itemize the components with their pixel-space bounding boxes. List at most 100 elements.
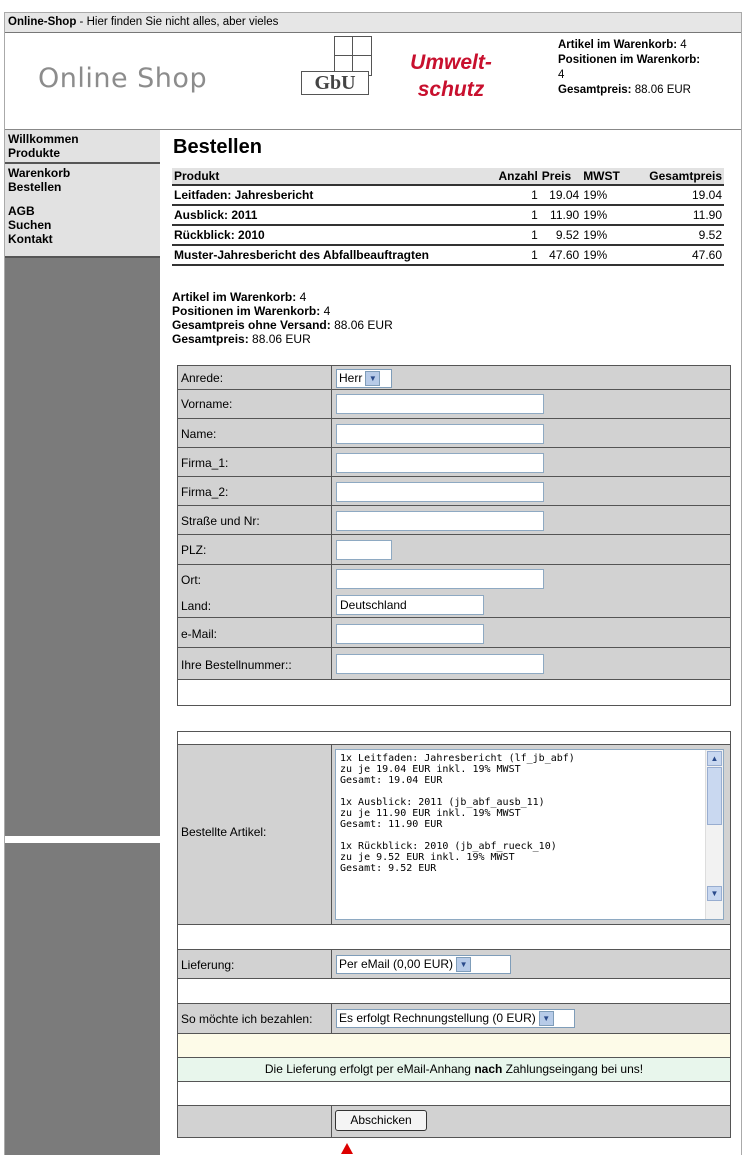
- bestellnr-cell: [331, 648, 544, 679]
- product-qty: 1: [487, 245, 540, 266]
- strasse-field[interactable]: [336, 511, 544, 531]
- product-total: 47.60: [630, 245, 724, 266]
- cart-total-label: Gesamtpreis:: [558, 84, 632, 96]
- nav-group: Warenkorb Bestellen AGB Suchen Kontakt: [5, 164, 160, 258]
- product-price: 47.60: [539, 245, 582, 266]
- spacer-row: [177, 925, 731, 950]
- anrede-value: Herr: [339, 371, 363, 385]
- lieferung-value: Per eMail (0,00 EUR): [339, 957, 454, 971]
- land-cell: Deutschland: [331, 593, 484, 617]
- table-row: Ausblick: 2011 1 11.90 19% 11.90: [172, 205, 724, 226]
- nav-group: Willkommen Produkte: [5, 130, 160, 164]
- anrede-cell: Herr ▼: [331, 366, 392, 389]
- firma2-label: Firma_2:: [181, 485, 229, 499]
- firma1-label: Firma_1:: [181, 456, 229, 470]
- notice-bold: nach: [474, 1062, 503, 1076]
- bezahlen-select[interactable]: Es erfolgt Rechnungstellung (0 EUR) ▼: [336, 1009, 575, 1028]
- chevron-down-icon: ▼: [456, 957, 472, 973]
- ordered-items-textarea[interactable]: 1x Leitfaden: Jahresbericht (lf_jb_abf) …: [335, 749, 724, 920]
- main-content: Bestellen Produkt Anzahl Preis MWST Gesa…: [168, 130, 724, 346]
- nav-item-bestellen[interactable]: Bestellen: [8, 180, 157, 194]
- scroll-up-icon[interactable]: ▲: [707, 751, 722, 766]
- spacer-row: [177, 680, 731, 706]
- firma2-field[interactable]: [336, 482, 544, 502]
- email-field[interactable]: [336, 624, 484, 644]
- delivery-notice: Die Lieferung erfolgt per eMail-Anhang n…: [177, 1058, 731, 1082]
- gbu-logo: GbU: [301, 36, 381, 95]
- row-land: Land: Deutschland: [177, 593, 731, 618]
- spacer-row: [177, 979, 731, 1004]
- name-cell: [331, 419, 544, 447]
- name-field[interactable]: [336, 424, 544, 444]
- scroll-down-icon[interactable]: ▼: [707, 886, 722, 901]
- product-table: Produkt Anzahl Preis MWST Gesamtpreis Le…: [172, 168, 724, 266]
- product-total: 11.90: [630, 205, 724, 226]
- site-topbar: Online-Shop - Hier finden Sie nicht alle…: [5, 13, 741, 33]
- product-qty: 1: [487, 205, 540, 226]
- table-row: Muster-Jahresbericht des Abfallbeauftrag…: [172, 245, 724, 266]
- nav-item-kontakt[interactable]: Kontakt: [8, 232, 157, 246]
- notice-pre: Die Lieferung erfolgt per eMail-Anhang: [264, 1062, 475, 1076]
- nav-item-willkommen[interactable]: Willkommen: [8, 132, 157, 146]
- plz-label: PLZ:: [181, 543, 207, 557]
- vorname-field[interactable]: [336, 394, 544, 414]
- row-artikel: Bestellte Artikel: 1x Leitfaden: Jahresb…: [177, 745, 731, 925]
- order-summary: Artikel im Warenkorb: 4 Positionen im Wa…: [172, 290, 724, 346]
- lieferung-select[interactable]: Per eMail (0,00 EUR) ▼: [336, 955, 511, 974]
- col-anzahl: Anzahl: [487, 168, 540, 186]
- cart-items-value: 4: [680, 39, 687, 51]
- anrede-select[interactable]: Herr ▼: [336, 369, 392, 388]
- ort-field[interactable]: [336, 569, 544, 589]
- land-label: Land:: [181, 599, 212, 613]
- site-header: Online Shop GbU Umwelt- schutz Artikel i…: [5, 33, 741, 130]
- scrollbar-thumb[interactable]: [707, 767, 722, 825]
- row-vorname: Vorname:: [177, 390, 731, 419]
- lieferung-cell: Per eMail (0,00 EUR) ▼: [331, 950, 511, 978]
- nav-item-warenkorb[interactable]: Warenkorb: [8, 166, 157, 180]
- shop-logo[interactable]: Online Shop: [38, 63, 207, 94]
- summary-total-label: Gesamtpreis:: [172, 332, 249, 346]
- product-qty: 1: [487, 185, 540, 206]
- bezahlen-cell: Es erfolgt Rechnungstellung (0 EUR) ▼: [331, 1004, 575, 1033]
- spacer-row: [177, 731, 731, 745]
- row-lieferung: Lieferung: Per eMail (0,00 EUR) ▼: [177, 950, 731, 979]
- lieferung-label: Lieferung:: [181, 958, 235, 972]
- nav-item-suchen[interactable]: Suchen: [8, 218, 157, 232]
- cart-total-value: 88.06 EUR: [634, 84, 691, 96]
- nav-item-agb[interactable]: AGB: [8, 204, 157, 218]
- plz-cell: [331, 535, 392, 564]
- notice-post: Zahlungseingang bei uns!: [502, 1062, 644, 1076]
- strasse-cell: [331, 506, 544, 534]
- col-preis: Preis: [539, 168, 582, 186]
- col-produkt: Produkt: [172, 168, 488, 186]
- vorname-label: Vorname:: [181, 397, 233, 411]
- product-qty: 1: [487, 225, 540, 246]
- browser-page: Online-Shop - Hier finden Sie nicht alle…: [4, 12, 742, 1155]
- land-field[interactable]: Deutschland: [336, 595, 484, 615]
- bestellnr-field[interactable]: [336, 654, 544, 674]
- summary-items-label: Artikel im Warenkorb:: [172, 290, 297, 304]
- cart-positions-value: 4: [558, 69, 565, 81]
- firma2-cell: [331, 477, 544, 505]
- submit-button[interactable]: Abschicken: [335, 1110, 427, 1131]
- textarea-scrollbar[interactable]: ▲ ▼: [705, 750, 723, 919]
- site-name: Online-Shop: [8, 16, 77, 28]
- vorname-cell: [331, 390, 544, 418]
- umwelt-line2: schutz: [417, 78, 485, 101]
- cart-positions-label: Positionen im Warenkorb:: [558, 54, 701, 66]
- row-strasse: Straße und Nr:: [177, 506, 731, 535]
- product-price: 9.52: [539, 225, 582, 246]
- nav-item-produkte[interactable]: Produkte: [8, 146, 157, 160]
- summary-nosend-label: Gesamtpreis ohne Versand:: [172, 318, 331, 332]
- bezahlen-value: Es erfolgt Rechnungstellung (0 EUR): [339, 1011, 536, 1025]
- product-name: Leitfaden: Jahresbericht: [172, 185, 488, 206]
- gbu-grid-icon: [334, 36, 372, 76]
- sidebar-divider: [5, 836, 162, 843]
- sidebar-nav: Willkommen Produkte Warenkorb Bestellen …: [5, 130, 160, 258]
- product-vat: 19%: [581, 245, 631, 266]
- ort-cell: [331, 565, 544, 593]
- product-name: Muster-Jahresbericht des Abfallbeauftrag…: [172, 245, 488, 266]
- row-bestellnr: Ihre Bestellnummer::: [177, 648, 731, 680]
- plz-field[interactable]: [336, 540, 392, 560]
- firma1-field[interactable]: [336, 453, 544, 473]
